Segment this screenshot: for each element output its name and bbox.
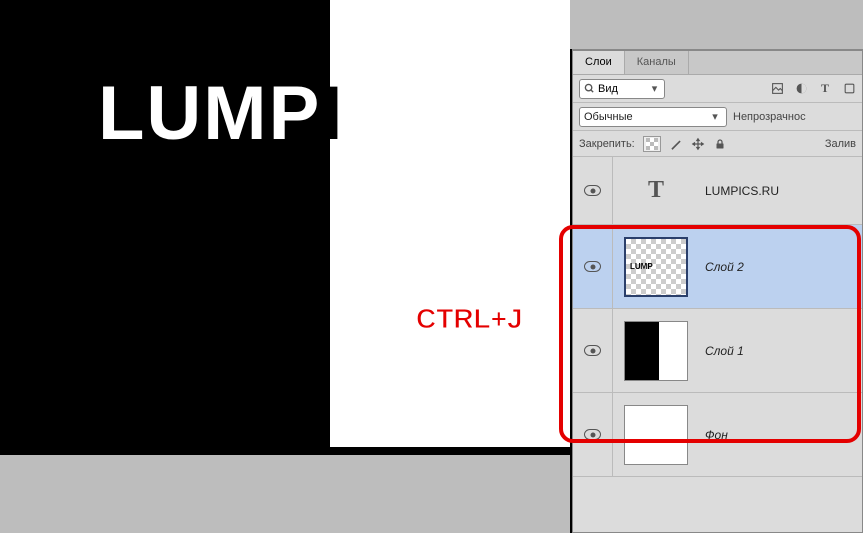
tab-channels[interactable]: Каналы: [625, 51, 689, 74]
layer-row-text[interactable]: T LUMPICS.RU: [573, 157, 862, 225]
canvas-text-lumpics: LUMPI: [98, 70, 344, 157]
layer-thumbnail[interactable]: [624, 321, 688, 381]
thumbnail-content-text: LUMP: [630, 262, 653, 271]
panel-mode-row: Обычные ▾ Непрозрачнос: [573, 103, 862, 131]
app-chrome-strip: [570, 0, 863, 49]
layer-name[interactable]: Слой 1: [699, 344, 862, 358]
chevron-updown-icon: ▾: [649, 82, 660, 95]
layer-name[interactable]: LUMPICS.RU: [699, 184, 862, 198]
panel-tab-strip: Слои Каналы: [573, 51, 862, 75]
search-icon: [584, 82, 595, 96]
layer-name[interactable]: Слой 2: [699, 260, 862, 274]
visibility-toggle[interactable]: [584, 429, 601, 440]
visibility-toggle[interactable]: [584, 261, 601, 272]
text-layer-icon: T: [648, 177, 664, 204]
layer-row-background[interactable]: Фон: [573, 393, 862, 477]
layer-thumbnail[interactable]: [624, 405, 688, 465]
layer-filter-kind-select[interactable]: ▾: [579, 79, 665, 99]
layers-list: T LUMPICS.RU LUMP Слой 2: [573, 157, 862, 532]
filter-image-icon[interactable]: [770, 82, 784, 96]
lock-pixels-button[interactable]: [669, 137, 683, 151]
layer-thumbnail[interactable]: LUMP: [624, 237, 688, 297]
lock-label: Закрепить:: [579, 138, 635, 150]
layer-filter-kind-text[interactable]: [598, 83, 646, 95]
blend-mode-value: Обычные: [584, 111, 633, 123]
tab-layers[interactable]: Слои: [573, 51, 625, 74]
visibility-toggle[interactable]: [584, 185, 601, 196]
fill-label: Залив: [825, 138, 856, 150]
visibility-toggle[interactable]: [584, 345, 601, 356]
annotation-shortcut: CTRL+J: [416, 303, 523, 335]
panel-filter-row: ▾ T: [573, 75, 862, 103]
panel-lock-row: Закрепить: Залив: [573, 131, 862, 157]
lock-all-button[interactable]: [713, 137, 727, 151]
filter-adjust-icon[interactable]: [794, 82, 808, 96]
blend-mode-select[interactable]: Обычные ▾: [579, 107, 727, 127]
layers-panel: Слои Каналы ▾ T: [572, 49, 863, 533]
chevron-updown-icon: ▾: [708, 110, 722, 123]
canvas-bottom-strip: [0, 455, 570, 533]
lock-transparency-button[interactable]: [643, 136, 661, 152]
canvas-white-region: [330, 0, 570, 447]
filter-text-icon[interactable]: T: [818, 82, 832, 96]
opacity-label: Непрозрачнос: [733, 111, 806, 123]
layer-name[interactable]: Фон: [699, 428, 862, 442]
filter-shape-icon[interactable]: [842, 82, 856, 96]
lock-position-button[interactable]: [691, 137, 705, 151]
layer-row-raster[interactable]: LUMP Слой 2: [573, 225, 862, 309]
layer-row-raster[interactable]: Слой 1: [573, 309, 862, 393]
